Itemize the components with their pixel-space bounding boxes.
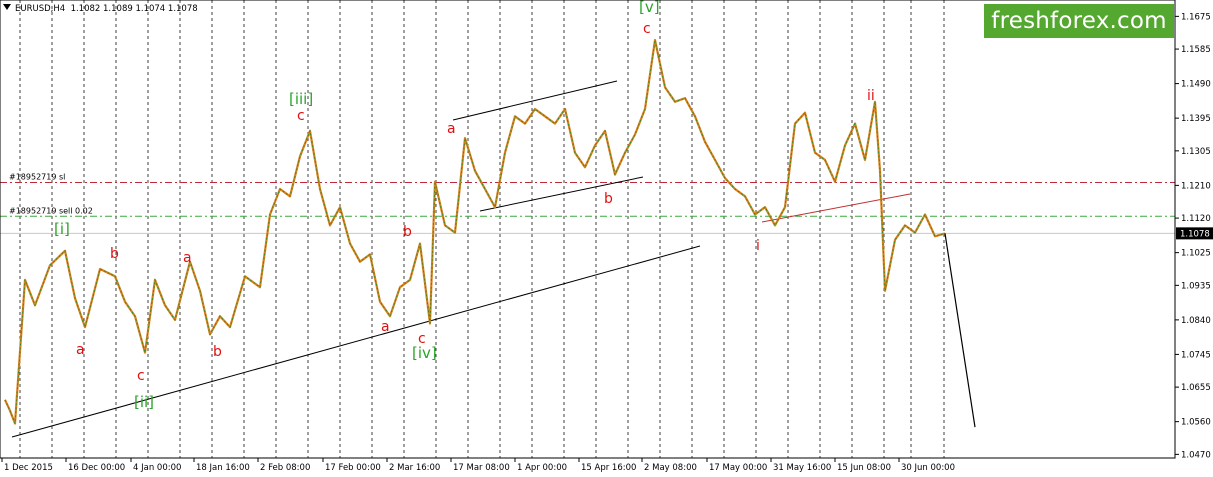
y-tick-label: 1.0840 xyxy=(1181,316,1211,326)
wave-label-red: c xyxy=(297,108,305,124)
wave-label-green: [iv] xyxy=(412,344,437,362)
x-tick-label: 2 Mar 16:00 xyxy=(389,463,440,473)
x-tick-label: 17 Mar 08:00 xyxy=(453,463,510,473)
symbol-header: EURUSD,H4 1.1082 1.1089 1.1074 1.1078 xyxy=(3,4,198,14)
dropdown-triangle-icon[interactable] xyxy=(3,4,11,10)
wave-label-red: a xyxy=(76,342,85,358)
wave-label-red: a xyxy=(447,121,456,137)
price-chart[interactable]: #18952719 sl #18952719 sell 0.02 a b c a b c a b… xyxy=(0,0,1213,477)
y-tick-label: 1.1585 xyxy=(1181,45,1211,55)
current-price-marker: 1.1078 xyxy=(1176,227,1213,240)
x-tick-label: 17 May 00:00 xyxy=(709,463,767,473)
y-tick-label: 1.1120 xyxy=(1181,214,1211,224)
stop-loss-label: #18952719 sl xyxy=(9,172,65,181)
current-price-label: 1.1078 xyxy=(1180,229,1210,239)
wave-label-red: ii xyxy=(867,88,875,104)
y-tick-label: 1.0560 xyxy=(1181,418,1211,428)
x-tick-label: 2 May 08:00 xyxy=(644,463,697,473)
y-tick-label: 1.0655 xyxy=(1181,383,1211,393)
x-tick-label: 16 Dec 00:00 xyxy=(68,463,125,473)
y-tick-label: 1.1490 xyxy=(1181,80,1211,90)
x-tick-label: 15 Jun 08:00 xyxy=(837,463,891,473)
x-tick-label: 15 Apr 16:00 xyxy=(581,463,636,473)
wave-label-red: c xyxy=(643,21,651,37)
x-tick-label: 18 Jan 16:00 xyxy=(196,463,250,473)
sell-order-label: #18952719 sell 0.02 xyxy=(9,206,93,215)
wave-label-red: a xyxy=(381,319,390,335)
wave-label-red: b xyxy=(110,246,119,262)
x-tick-label: 2 Feb 08:00 xyxy=(260,463,310,473)
ohlc-values: 1.1082 1.1089 1.1074 1.1078 xyxy=(70,4,198,14)
wave-label-green: [v] xyxy=(639,0,660,16)
wave-label-green: [ii] xyxy=(134,393,154,411)
y-tick-label: 1.0935 xyxy=(1181,281,1211,291)
wave-label-red: b xyxy=(213,344,222,360)
wave-label-red: c xyxy=(137,368,145,384)
x-tick-label: 30 Jun 00:00 xyxy=(901,463,955,473)
wave-label-red: i xyxy=(756,238,760,254)
wave-label-green: [i] xyxy=(54,220,70,238)
y-tick-label: 1.1395 xyxy=(1181,114,1211,124)
x-tick-label: 1 Apr 00:00 xyxy=(517,463,567,473)
wave-label-red: b xyxy=(604,191,613,207)
y-tick-label: 1.0745 xyxy=(1181,350,1211,360)
brand-logo[interactable]: freshforex.com xyxy=(984,4,1174,38)
wave-label-red: a xyxy=(183,250,192,266)
y-tick-label: 1.1675 xyxy=(1181,12,1211,22)
y-tick-label: 1.1210 xyxy=(1181,181,1211,191)
x-tick-label: 31 May 16:00 xyxy=(773,463,831,473)
wave-label-green: [iii] xyxy=(289,90,313,108)
x-tick-label: 4 Jan 00:00 xyxy=(133,463,181,473)
y-tick-label: 1.1025 xyxy=(1181,249,1211,259)
chart-background xyxy=(0,0,1213,477)
y-tick-label: 1.0470 xyxy=(1181,450,1211,460)
x-tick-label: 17 Feb 00:00 xyxy=(325,463,381,473)
wave-label-red: b xyxy=(403,224,412,240)
y-tick-label: 1.1305 xyxy=(1181,147,1211,157)
symbol-name: EURUSD,H4 xyxy=(15,4,66,14)
x-tick-label: 1 Dec 2015 xyxy=(4,463,53,473)
